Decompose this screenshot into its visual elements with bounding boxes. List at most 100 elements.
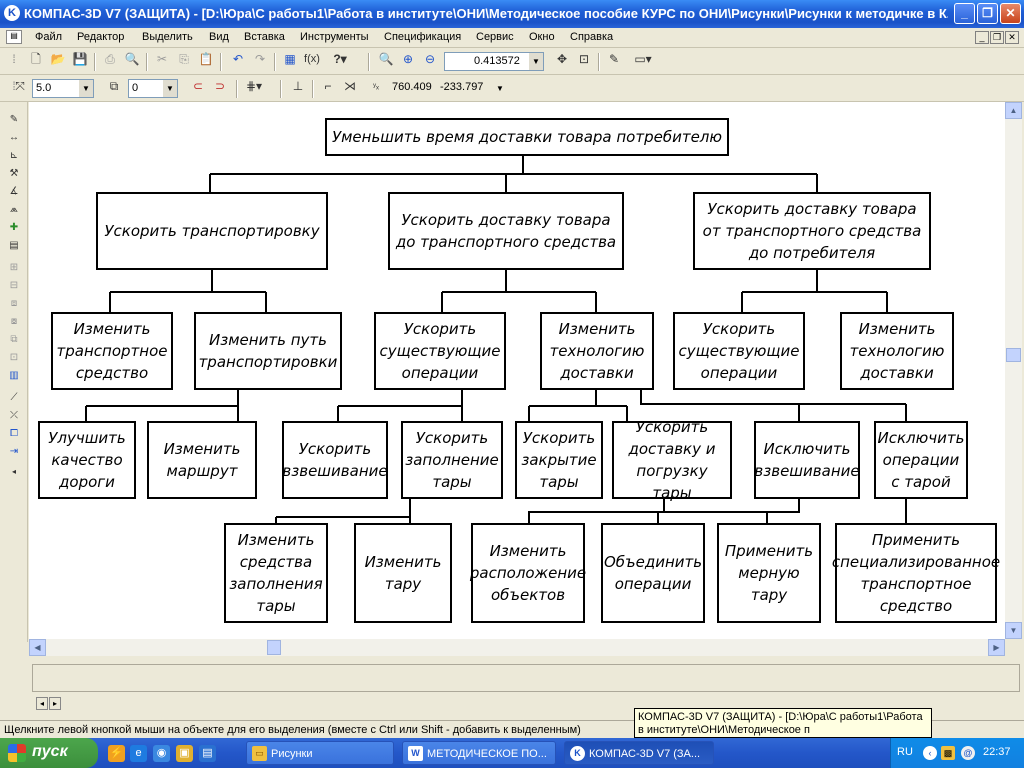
diagram-node[interactable]: Исключить операции с тарой <box>874 421 968 499</box>
zoom-combo[interactable]: 0.413572 ▼ <box>444 52 544 71</box>
function-icon[interactable]: f(x) <box>302 49 322 69</box>
horizontal-scrollbar[interactable]: ◀ ▶ <box>29 639 1005 656</box>
print-icon[interactable]: ⎙ <box>100 49 120 69</box>
diagram-node[interactable]: Ускорить доставку товара от транспортног… <box>693 192 931 270</box>
redo-icon[interactable]: ↷ <box>250 49 270 69</box>
diagram-node[interactable]: Ускорить доставку товара до транспортног… <box>388 192 624 270</box>
display-mode-icon[interactable]: ▭▾ <box>628 49 658 69</box>
menu-file[interactable]: Файл <box>35 31 62 43</box>
pan-icon[interactable]: ✥ <box>552 49 572 69</box>
show-all-icon[interactable]: ⊡ <box>574 49 594 69</box>
quicklaunch-icon[interactable]: ⚡ <box>108 745 125 762</box>
menu-specification[interactable]: Спецификация <box>384 31 461 43</box>
chevron-down-icon[interactable]: ▼ <box>496 84 504 93</box>
menu-tools[interactable]: Инструменты <box>300 31 369 43</box>
quicklaunch-icon[interactable]: ▤ <box>199 745 216 762</box>
layer-icon[interactable]: ⧉ <box>104 76 124 96</box>
new-document-icon[interactable]: 🗋 <box>26 49 46 69</box>
dimensions-icon[interactable]: ↔ <box>6 130 22 146</box>
tray-app-icon[interactable]: ▩ <box>941 746 955 760</box>
minimize-button[interactable]: _ <box>954 3 975 24</box>
tray-chevron-icon[interactable]: ‹ <box>923 746 937 760</box>
menu-view[interactable]: Вид <box>209 31 229 43</box>
zoom-out-icon[interactable]: ⊖ <box>420 49 440 69</box>
chevron-down-icon[interactable]: ▼ <box>79 80 93 97</box>
help-pointer-icon[interactable]: ?▾ <box>330 49 350 69</box>
variables-icon[interactable]: ▦ <box>280 49 300 69</box>
taskbar-item-folder[interactable]: ▭ Рисунки <box>246 741 394 765</box>
diagram-node[interactable]: Ускорить закрытие тары <box>515 421 603 499</box>
local-cs-icon[interactable]: ⊥ <box>288 76 308 96</box>
diagram-node[interactable]: Ускорить доставку и погрузку тары <box>612 418 732 502</box>
diagram-node[interactable]: Изменить технологию доставки <box>540 312 654 390</box>
vertical-scrollbar[interactable]: ▲ ▼ <box>1005 102 1022 639</box>
diagram-node[interactable]: Изменить технологию доставки <box>840 312 954 390</box>
diagram-node[interactable]: Ускорить существующие операции <box>374 312 506 390</box>
layer-combo[interactable]: 0 ▼ <box>128 79 178 98</box>
chevron-down-icon[interactable]: ▼ <box>529 53 543 70</box>
kompas-app-icon[interactable]: K <box>4 5 20 21</box>
copy-icon[interactable]: ⎘ <box>174 49 194 69</box>
menu-service[interactable]: Сервис <box>476 31 514 43</box>
diagram-node[interactable]: Ускорить транспортировку <box>96 192 328 270</box>
undo-icon[interactable]: ↶ <box>228 49 248 69</box>
diagram-node[interactable]: Изменить маршрут <box>147 421 257 499</box>
paste-icon[interactable]: 📋 <box>196 49 216 69</box>
grid-icon[interactable]: ⋕▾ <box>244 76 264 96</box>
parametrization-icon[interactable]: ∡ <box>6 184 22 200</box>
cursor-step-icon[interactable]: ⤧ <box>10 76 30 96</box>
diagram-node-root[interactable]: Уменьшить время доставки товара потребит… <box>325 118 729 156</box>
diagram-node[interactable]: Изменить тару <box>354 523 452 623</box>
spec-icon[interactable]: ▤ <box>6 238 22 254</box>
tool-icon[interactable]: ▥ <box>6 368 22 384</box>
tool-icon[interactable]: ⧉ <box>6 332 22 348</box>
chevron-down-icon[interactable]: ◂ <box>6 464 22 480</box>
cut-icon[interactable]: ✂ <box>152 49 172 69</box>
tool-icon[interactable]: ⤫ <box>6 408 22 424</box>
toolbar-grip[interactable]: ⁞ <box>4 49 24 69</box>
chevron-down-icon[interactable]: ▼ <box>163 80 177 97</box>
menu-window[interactable]: Окно <box>529 31 555 43</box>
start-button[interactable]: пуск <box>0 738 98 768</box>
diagram-node[interactable]: Ускорить заполнение тары <box>401 421 503 499</box>
geometry-icon[interactable]: ✎ <box>6 112 22 128</box>
maximize-button[interactable]: ❐ <box>977 3 998 24</box>
language-indicator[interactable]: RU <box>897 746 913 758</box>
mdi-close-button[interactable]: ✕ <box>1005 31 1019 44</box>
refresh-icon[interactable]: ✎ <box>604 49 624 69</box>
scroll-right-icon[interactable]: ▶ <box>988 639 1005 656</box>
nav-right-icon[interactable]: ▸ <box>49 697 61 710</box>
close-button[interactable]: ✕ <box>1000 3 1021 24</box>
diagram-node[interactable]: Ускорить существующие операции <box>673 312 805 390</box>
diagram-node[interactable]: Применить мерную тару <box>717 523 821 623</box>
diagram-node[interactable]: Улучшить качество дороги <box>38 421 136 499</box>
print-preview-icon[interactable]: 🔍 <box>122 49 142 69</box>
diagram-node[interactable]: Объединить операции <box>601 523 705 623</box>
diagram-node[interactable]: Применить специализированное транспортно… <box>832 523 1000 623</box>
diagram-node[interactable]: Изменить путь транспортировки <box>194 312 342 390</box>
mdi-restore-button[interactable]: ❐ <box>990 31 1004 44</box>
measure-icon[interactable]: ⩕ <box>6 202 22 218</box>
diagram-node[interactable]: Изменить расположение объектов <box>470 523 586 623</box>
step-combo[interactable]: 5.0 ▼ <box>32 79 94 98</box>
scroll-up-icon[interactable]: ▲ <box>1005 102 1022 119</box>
taskbar-item-word[interactable]: W МЕТОДИЧЕСКОЕ ПО... <box>402 741 556 765</box>
quicklaunch-icon[interactable]: ◉ <box>153 745 170 762</box>
tool-icon[interactable]: ⊟ <box>6 278 22 294</box>
tool-icon[interactable]: ⊞ <box>6 260 22 276</box>
tool-icon[interactable]: ⧈ <box>6 296 22 312</box>
zoom-window-icon[interactable]: 🔍 <box>376 49 396 69</box>
snap-global-icon[interactable]: ⊃ <box>210 76 230 96</box>
snap-local-icon[interactable]: ⊂ <box>188 76 208 96</box>
open-folder-icon[interactable]: 📂 <box>48 49 68 69</box>
nav-left-icon[interactable]: ◂ <box>36 697 48 710</box>
tool-icon[interactable]: ⧠ <box>6 426 22 442</box>
document-icon[interactable]: ▤ <box>6 30 22 44</box>
snap-settings-icon[interactable]: ⋊ <box>340 76 360 96</box>
select-icon[interactable]: ✚ <box>6 220 22 236</box>
folder-icon[interactable]: ▣ <box>176 745 193 762</box>
scroll-thumb[interactable] <box>1006 348 1021 362</box>
tool-icon[interactable]: ⧇ <box>6 314 22 330</box>
zoom-in-icon[interactable]: ⊕ <box>398 49 418 69</box>
tool-icon[interactable]: ⇥ <box>6 444 22 460</box>
